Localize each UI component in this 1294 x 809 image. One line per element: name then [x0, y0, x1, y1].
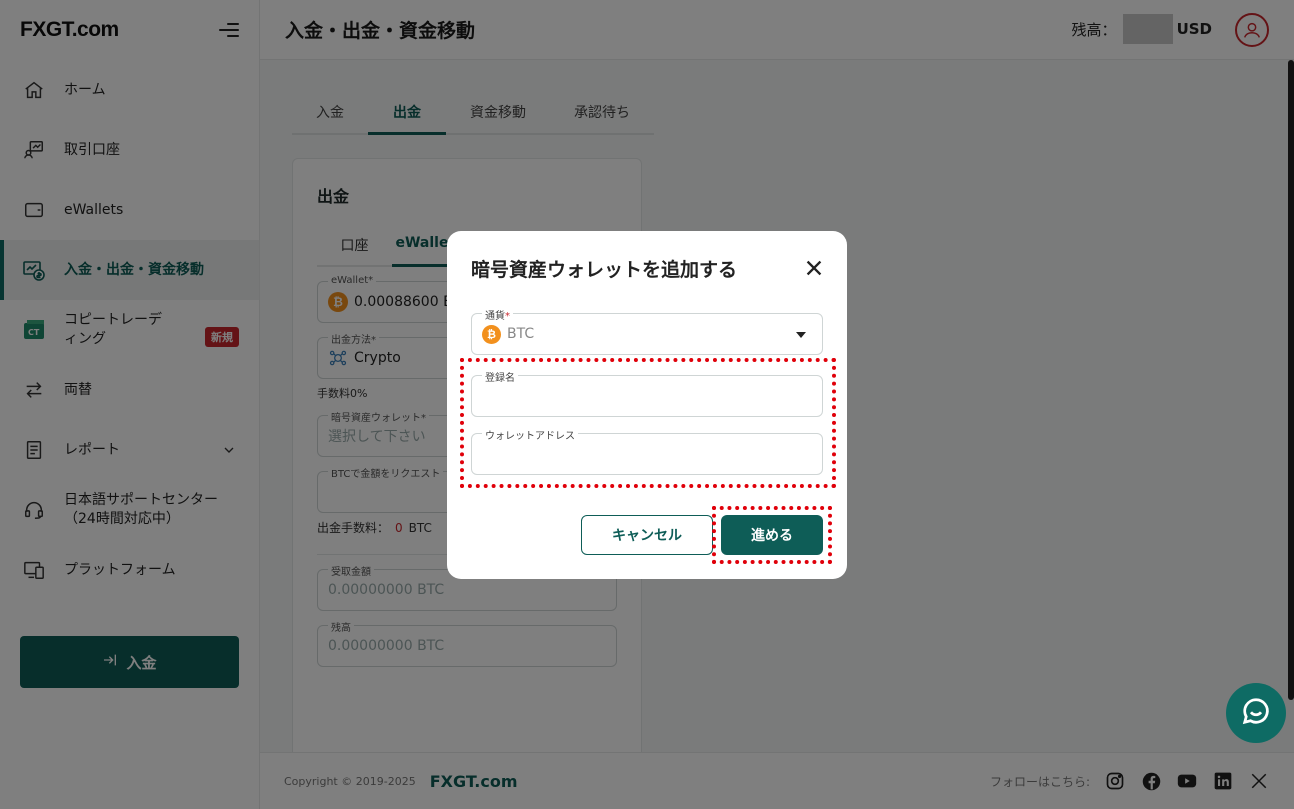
- add-crypto-wallet-modal: 暗号資産ウォレットを追加する 通貨* ₿ BTC 登録名 ウォレットアドレス キ…: [447, 231, 847, 579]
- btc-icon: ₿: [482, 324, 501, 344]
- close-icon[interactable]: [803, 257, 825, 279]
- chat-button[interactable]: [1226, 683, 1286, 743]
- modal-title: 暗号資産ウォレットを追加する: [471, 259, 738, 281]
- cancel-button[interactable]: キャンセル: [581, 515, 713, 555]
- caret-down-icon: [796, 332, 806, 338]
- currency-select[interactable]: 通貨* ₿ BTC: [471, 307, 823, 355]
- currency-label: 通貨*: [482, 307, 513, 322]
- highlight-box-proceed: [712, 506, 832, 564]
- chat-bubble-icon: [1241, 696, 1271, 730]
- highlight-box-inputs: [460, 358, 836, 488]
